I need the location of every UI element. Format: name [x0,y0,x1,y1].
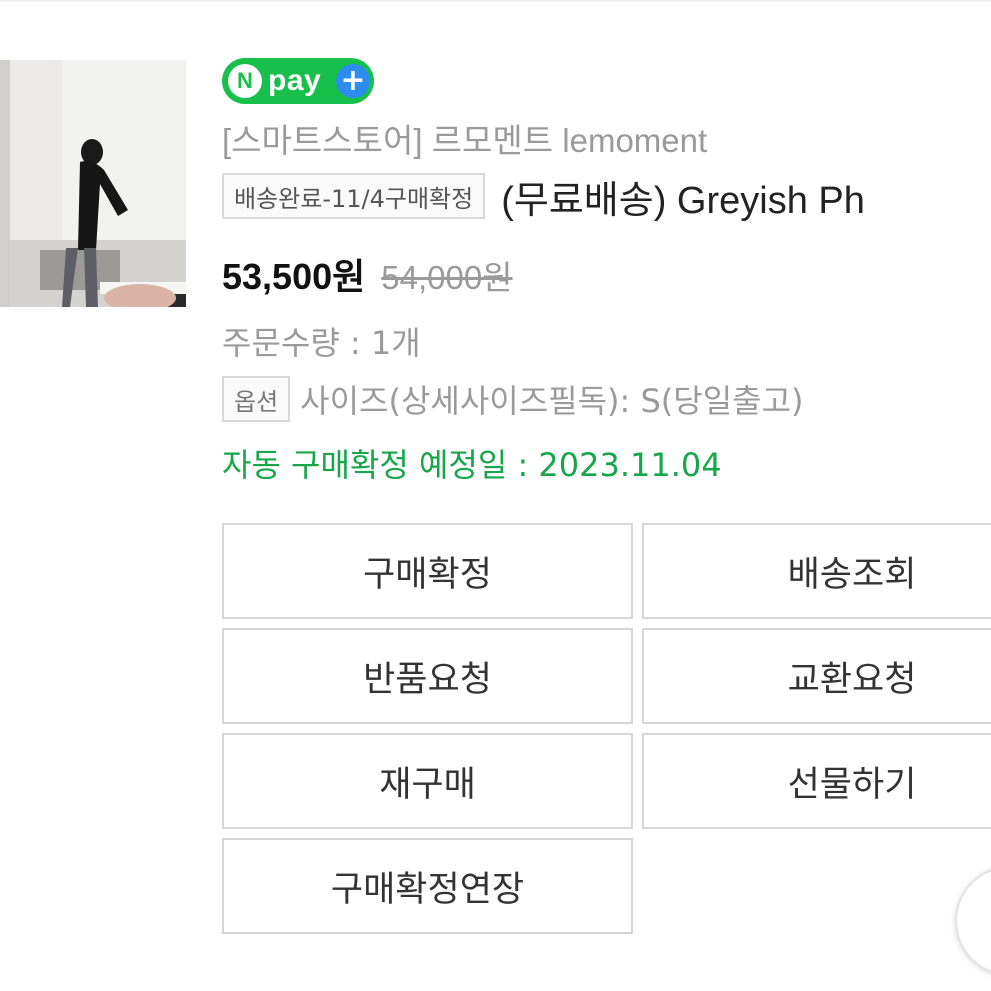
price-row: 53,500원 54,000원 [222,248,513,300]
option-value: 사이즈(상세사이즈필독): S(당일출고) [300,382,804,420]
store-name[interactable]: [스마트스토어] 르모멘트 lemoment [222,114,707,162]
npay-n-icon: N [228,64,262,98]
option-tag: 옵션 [222,376,291,422]
original-price: 54,000원 [381,259,513,296]
plus-icon: + [336,64,370,98]
repurchase-button[interactable]: 재구매 [222,733,633,829]
delivery-status-tag: 배송완료-11/4구매확정 [222,173,486,219]
npay-plus-badge: N pay + [222,58,374,104]
product-image[interactable] [0,60,186,307]
extend-confirm-button[interactable]: 구매확정연장 [222,838,633,934]
track-delivery-button[interactable]: 배송조회 [642,523,991,619]
product-photo-icon [0,60,186,307]
current-price: 53,500원 [222,256,366,297]
option-row: 옵션 사이즈(상세사이즈필독): S(당일출고) [222,376,804,422]
product-title[interactable]: (무료배송) Greyish Ph [501,169,865,224]
top-divider [0,0,991,2]
order-detail-page: N pay + [스마트스토어] 르모멘트 lemoment 배송완료-11/4… [0,0,991,991]
auto-confirm-date: 자동 구매확정 예정일 : 2023.11.04 [222,446,722,484]
return-request-button[interactable]: 반품요청 [222,628,633,724]
npay-label: pay [268,64,322,97]
confirm-purchase-button[interactable]: 구매확정 [222,523,633,619]
status-row: 배송완료-11/4구매확정 (무료배송) Greyish Ph [222,172,865,222]
gift-button[interactable]: 선물하기 [642,733,991,829]
exchange-request-button[interactable]: 교환요청 [642,628,991,724]
floating-scroll-button[interactable] [955,866,991,976]
order-quantity: 주문수량 : 1개 [222,324,421,362]
